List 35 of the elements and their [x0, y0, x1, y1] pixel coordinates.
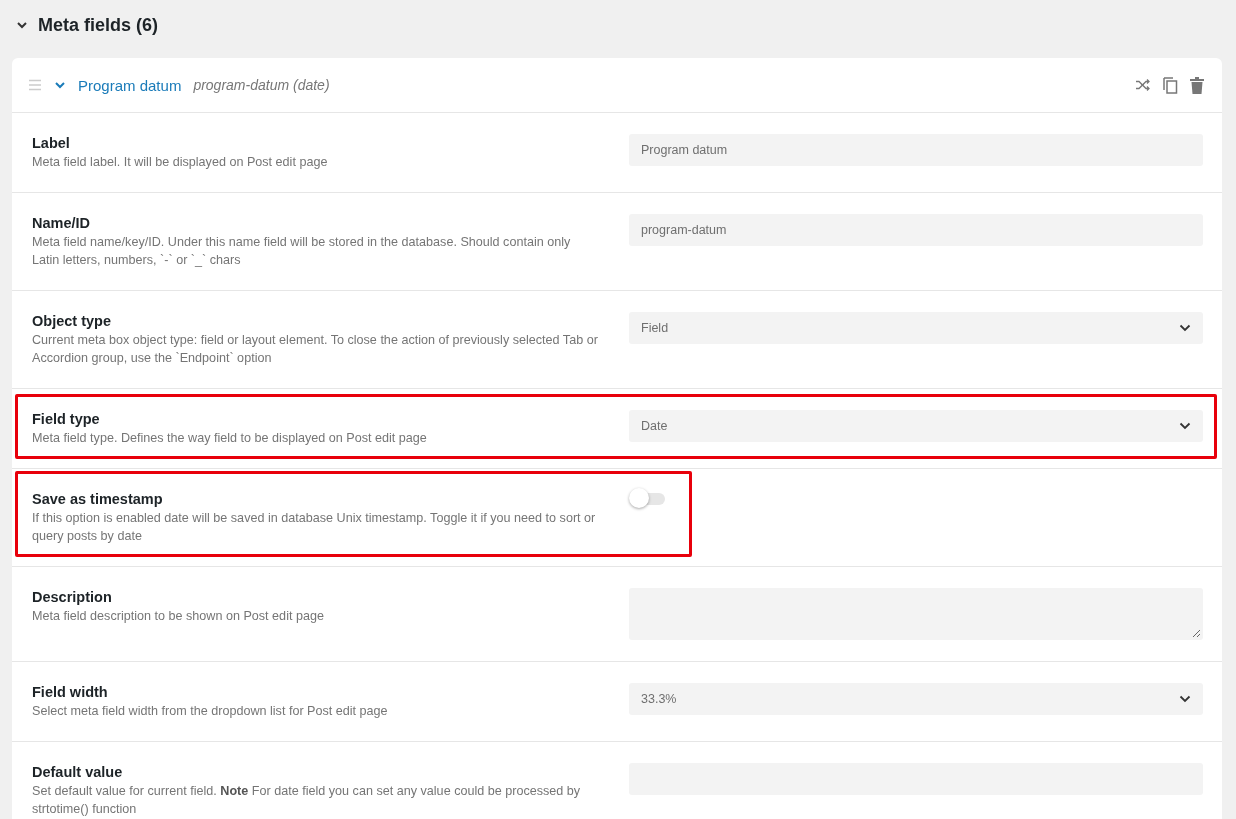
setting-title: Field type [32, 410, 101, 429]
section-title: Meta fields (6) [38, 14, 159, 36]
collapse-icon[interactable] [16, 19, 28, 31]
setting-title: Description [32, 588, 113, 607]
setting-title: Save as timestamp [32, 490, 164, 509]
resize-handle-icon[interactable] [1192, 629, 1201, 638]
setting-description: Set default value for current field. Note For date field you can set any value could be processed by strtotime() function [32, 783, 582, 818]
field-slug: program-datum (date) [193, 77, 330, 93]
select-field[interactable]: 33.3% [629, 683, 1203, 715]
setting-description: Current meta box object type: field or layout element. To close the action of previously selected Tab or Accordion group, use the `Endpoint` option [32, 332, 599, 367]
setting-description: Meta field description to be shown on Post edit page [32, 608, 325, 625]
setting-title: Field width [32, 683, 109, 702]
text-field[interactable]: program-datum [629, 214, 1203, 246]
select-field[interactable]: Field [629, 312, 1203, 344]
drag-handle-icon[interactable] [28, 79, 42, 91]
setting-title: Name/ID [32, 214, 92, 233]
select-field[interactable]: Date [629, 410, 1203, 442]
setting-title: Default value [32, 763, 124, 782]
chevron-down-icon [1179, 324, 1191, 332]
shuffle-icon[interactable] [1135, 79, 1151, 91]
chevron-down-icon [1179, 422, 1191, 430]
text-field[interactable]: Program datum [629, 134, 1203, 166]
copy-icon[interactable] [1163, 76, 1178, 94]
setting-description: Meta field type. Defines the way field to be displayed on Post edit page [32, 430, 428, 447]
setting-description: Meta field name/key/ID. Under this name field will be stored in the database. Should contain only Latin letters, numbers, `-` or `_` chars [32, 234, 572, 269]
field-title[interactable]: Program datum [78, 76, 182, 94]
toggle-switch[interactable] [629, 486, 667, 510]
textarea-field[interactable] [629, 588, 1203, 640]
trash-icon[interactable] [1190, 76, 1204, 94]
setting-description: Select meta field width from the dropdown list for Post edit page [32, 703, 389, 720]
setting-description: Meta field label. It will be displayed on Post edit page [32, 154, 329, 171]
setting-description: If this option is enabled date will be saved in database Unix timestamp. Toggle it if you need to sort or query posts by date [32, 510, 597, 545]
setting-title: Object type [32, 312, 112, 331]
setting-title: Label [32, 134, 71, 153]
chevron-down-icon [1179, 695, 1191, 703]
